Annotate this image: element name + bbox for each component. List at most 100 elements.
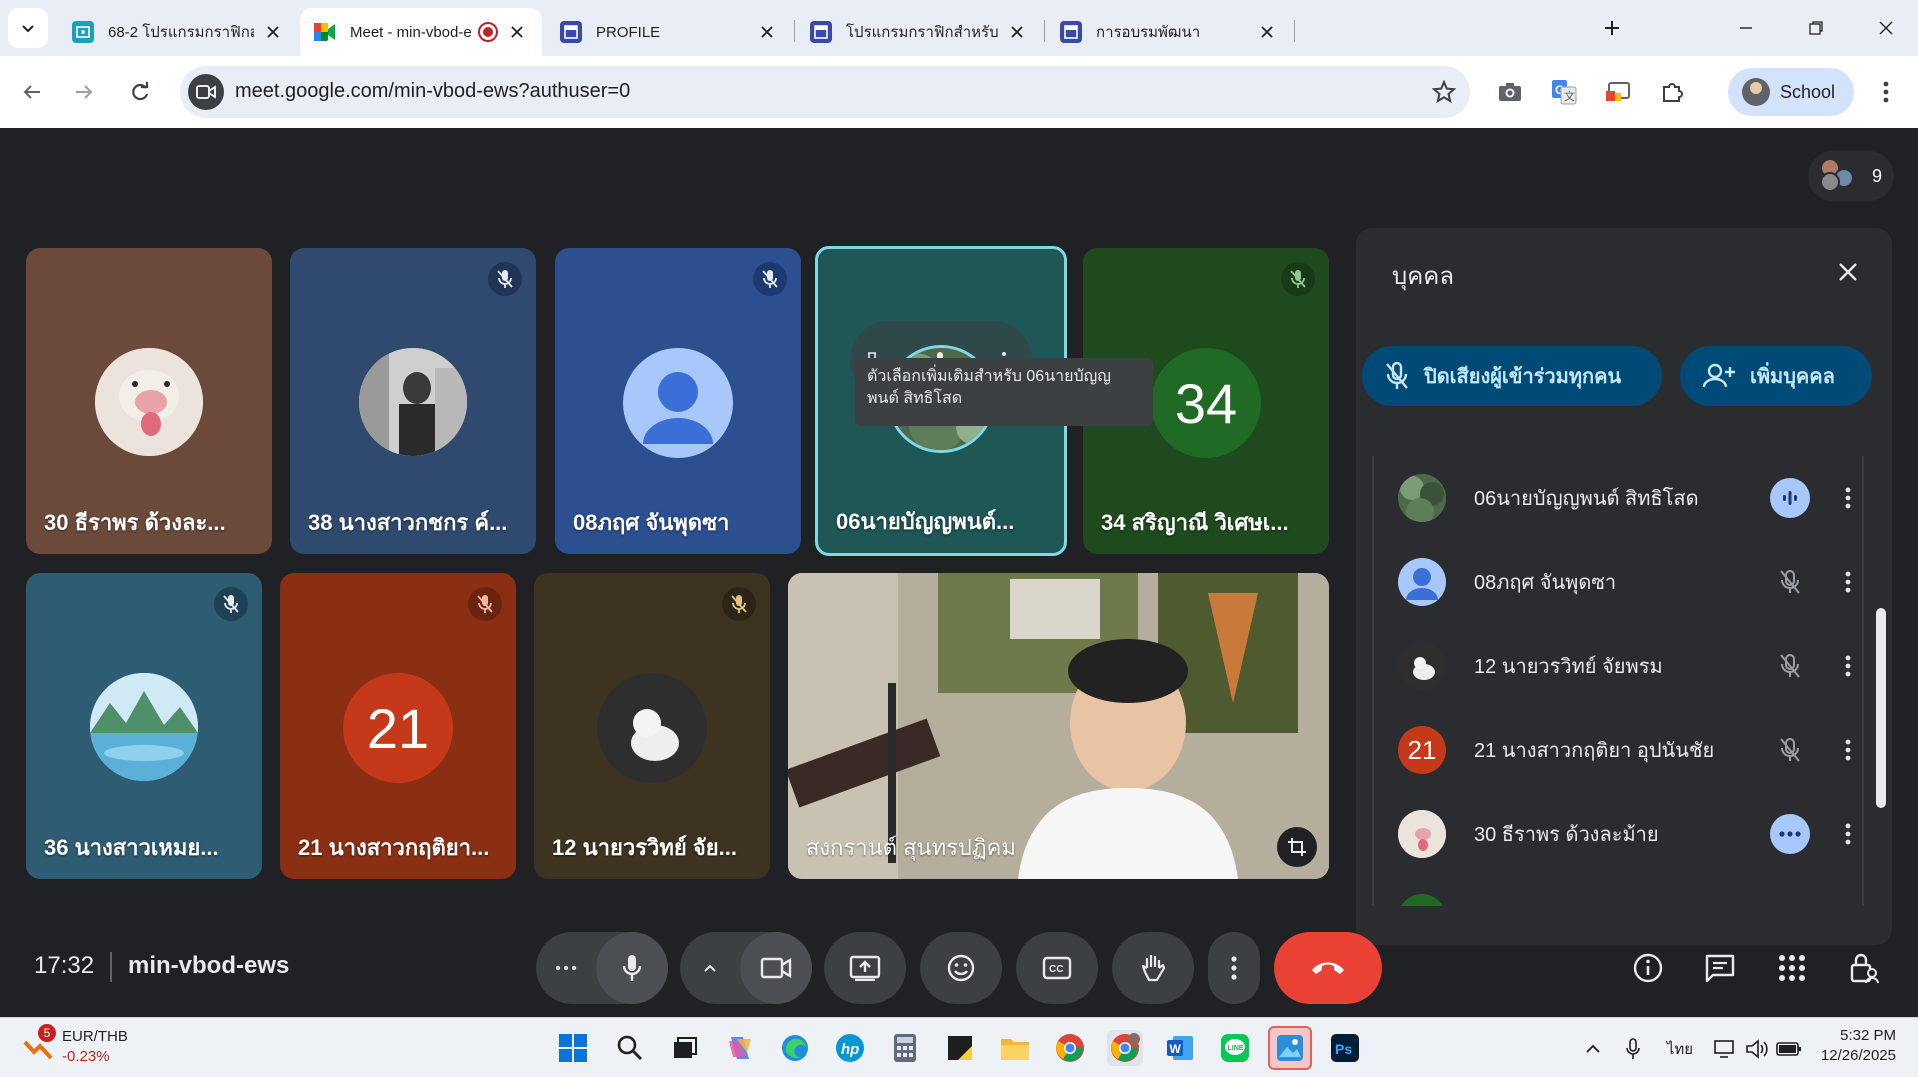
tab-search-button[interactable] <box>8 8 48 48</box>
tab-profile[interactable]: PROFILE <box>546 8 792 56</box>
address-bar[interactable]: meet.google.com/min-vbod-ews?authuser=0 <box>180 66 1470 118</box>
sticky-notes-icon[interactable] <box>942 1030 978 1066</box>
battery-icon[interactable] <box>1776 1036 1802 1062</box>
chevron-up-icon[interactable] <box>1580 1036 1606 1062</box>
close-panel-button[interactable] <box>1828 252 1868 292</box>
reactions-button[interactable] <box>920 932 1002 1004</box>
volume-icon[interactable] <box>1744 1036 1770 1062</box>
arrow-left-icon <box>23 85 40 99</box>
participant-list-item-partial[interactable] <box>1372 876 1872 906</box>
microphone-button[interactable] <box>596 932 668 1004</box>
screenshot-extension-icon[interactable] <box>1492 74 1528 110</box>
participant-tile[interactable]: 21 21 นางสาวกฤติยา... <box>280 573 516 879</box>
minimize-button[interactable] <box>1726 8 1766 48</box>
sites-icon <box>560 21 582 43</box>
photos-icon[interactable] <box>1268 1026 1312 1070</box>
clock-time: 5:32 PM <box>1840 1027 1896 1044</box>
more-options-button[interactable] <box>1830 816 1866 852</box>
participant-list-item[interactable]: 12 นายวรวิทย์ จัยพรม <box>1372 624 1872 708</box>
word-icon[interactable]: W <box>1162 1030 1198 1066</box>
participant-initial-avatar: 34 <box>1151 348 1261 458</box>
bookmark-star-icon[interactable] <box>1430 78 1458 106</box>
search-icon[interactable] <box>612 1030 648 1066</box>
microphone-tray-icon[interactable] <box>1620 1036 1646 1062</box>
participant-avatar <box>1398 894 1446 906</box>
activities-button[interactable] <box>1770 946 1814 990</box>
photoshop-icon[interactable]: Ps <box>1327 1030 1363 1066</box>
new-tab-button[interactable] <box>1596 12 1628 44</box>
windows-start-icon[interactable] <box>555 1030 591 1066</box>
video-options-button[interactable] <box>680 932 740 1004</box>
more-options-button[interactable] <box>1830 648 1866 684</box>
chat-button[interactable] <box>1698 946 1742 990</box>
meeting-details-button[interactable] <box>1626 946 1670 990</box>
close-icon[interactable] <box>262 21 284 43</box>
svg-text:hp: hp <box>841 1041 859 1058</box>
tab-training[interactable]: การอบรมพัฒนา <box>1046 8 1292 56</box>
cast-extension-icon[interactable] <box>1600 74 1636 110</box>
tab-meet[interactable]: Meet - min-vbod-ews <box>300 8 542 56</box>
input-language[interactable]: ไทย <box>1662 1036 1698 1062</box>
hp-icon[interactable]: hp <box>832 1030 868 1066</box>
close-icon[interactable] <box>506 21 528 43</box>
task-view-icon[interactable] <box>667 1030 703 1066</box>
weather-widget[interactable]: 5 EUR/THB -0.23% <box>22 1024 202 1070</box>
participant-tile[interactable]: 36 นางสาวเหมย... <box>26 573 262 879</box>
participant-tile[interactable]: 08ภฤศ จันพุดซา <box>555 248 801 554</box>
more-vert-icon <box>1883 81 1889 103</box>
site-info-icon[interactable] <box>188 74 224 110</box>
host-controls-button[interactable] <box>1842 946 1886 990</box>
participant-list-item[interactable]: 30 ธีราพร ด้วงละม้าย <box>1372 792 1872 876</box>
forward-button[interactable] <box>66 74 102 110</box>
leave-call-button[interactable] <box>1274 932 1382 1004</box>
participant-list-item[interactable]: 08ภฤศ จันพุดซา <box>1372 540 1872 624</box>
lock-person-icon <box>1850 953 1879 984</box>
line-icon[interactable]: LINE <box>1217 1030 1253 1066</box>
present-screen-button[interactable] <box>824 932 906 1004</box>
system-clock[interactable]: 5:32 PM 12/26/2025 <box>1821 1026 1896 1066</box>
participant-count-chip[interactable]: 9 <box>1808 151 1894 201</box>
close-window-button[interactable] <box>1866 8 1906 48</box>
raise-hand-button[interactable] <box>1112 932 1194 1004</box>
crop-icon[interactable] <box>1277 827 1317 867</box>
calculator-icon[interactable] <box>887 1030 923 1066</box>
audio-options-button[interactable] <box>536 932 596 1004</box>
participant-video-tile[interactable]: สงกรานต์ สุนทรปฏิคม <box>788 573 1329 879</box>
mute-all-button[interactable]: ปิดเสียงผู้เข้าร่วมทุกคน <box>1362 346 1662 406</box>
reload-button[interactable] <box>122 74 158 110</box>
close-icon[interactable] <box>756 21 778 43</box>
puzzle-extensions-icon[interactable] <box>1654 74 1690 110</box>
participant-list-item[interactable]: 21 21 นางสาวกฤติยา อุปนันชัย <box>1372 708 1872 792</box>
back-button[interactable] <box>14 74 50 110</box>
profile-chip[interactable]: School <box>1728 68 1854 116</box>
chrome-profile-icon[interactable] <box>1107 1030 1143 1066</box>
apps-grid-icon <box>1779 955 1805 981</box>
google-translate-icon[interactable]: G文 <box>1546 74 1582 110</box>
browser-menu-button[interactable] <box>1868 74 1904 110</box>
add-people-button[interactable]: เพิ่มบุคคล <box>1680 346 1872 406</box>
tab-graphics-course[interactable]: 68-2 โปรแกรมกราฟิกสำหรับผลิตสื่ <box>58 8 298 56</box>
captions-button[interactable]: CC <box>1016 932 1098 1004</box>
chrome-icon[interactable] <box>1052 1030 1088 1066</box>
raise-hand-icon <box>1141 955 1166 982</box>
file-explorer-icon[interactable] <box>997 1030 1033 1066</box>
more-options-button[interactable] <box>1208 932 1260 1004</box>
more-options-button[interactable] <box>1830 480 1866 516</box>
more-options-button[interactable] <box>1830 732 1866 768</box>
participant-list-item[interactable]: 06นายบัญญพนต์ สิทธิโสด <box>1372 456 1872 540</box>
panel-scrollbar[interactable] <box>1876 608 1886 808</box>
meeting-controls-bar: 17:32 min-vbod-ews CC <box>0 918 1918 1017</box>
participant-tile[interactable]: 30 ธีราพร ด้วงละ... <box>26 248 272 554</box>
participant-tile[interactable]: 12 นายวรวิทย์ จัย... <box>534 573 770 879</box>
edge-icon[interactable] <box>777 1030 813 1066</box>
copilot-icon[interactable] <box>722 1030 758 1066</box>
tab-digital-graphics[interactable]: โปรแกรมกราฟิกสำหรับผลิตสื่อดิจิ <box>796 8 1042 56</box>
participant-tile[interactable]: 38 นางสาวกชกร ค์... <box>290 248 536 554</box>
close-icon[interactable] <box>1006 21 1028 43</box>
close-icon[interactable] <box>1256 21 1278 43</box>
tab-title: 68-2 โปรแกรมกราฟิกสำหรับผลิตสื่ <box>108 24 254 41</box>
restore-button[interactable] <box>1796 8 1836 48</box>
network-icon[interactable] <box>1712 1036 1738 1062</box>
more-options-button[interactable] <box>1830 564 1866 600</box>
camera-button[interactable] <box>740 932 812 1004</box>
